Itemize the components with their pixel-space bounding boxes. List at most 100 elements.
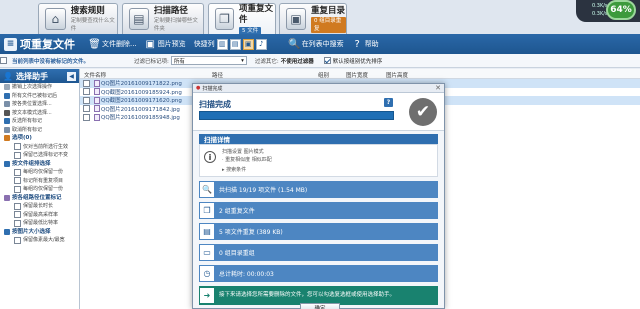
folder-count-badge: 0 组目录重复 [311, 16, 346, 33]
sidebar-list: 撤销上次选择操作 所有文件已被标记后 按各类位置选择... 按文本模式选择... 反选所… [0, 83, 79, 245]
result-row[interactable]: ▤ 5 项文件重复 (389 KB) [199, 223, 438, 240]
thumbnail-view-button[interactable]: ▣ [242, 38, 254, 50]
sidebar-item[interactable]: 标记所有重复项目 [0, 177, 79, 186]
option-checkbox[interactable] [14, 143, 21, 151]
sidebar-item[interactable]: 按文本模式选择... [0, 109, 79, 118]
collapse-icon[interactable]: ◀ [67, 71, 76, 81]
result-text: 5 项文件重复 (389 KB) [219, 229, 283, 236]
sidebar-item[interactable]: 所有文件已被标记后 [0, 92, 79, 101]
magnifier-icon: 🔍 [200, 182, 214, 197]
close-icon[interactable]: ✕ [435, 84, 441, 92]
sidebar-header: 👤 选择助手 ◀ [0, 69, 79, 83]
detail-view-button[interactable]: ▤ [229, 38, 241, 50]
dialog-titlebar: ● 扫描完成 ✕ [193, 84, 444, 93]
col-group[interactable]: 组别 [318, 71, 329, 79]
sidebar-item-icon [4, 160, 10, 167]
other-filter-value[interactable]: 不使用过滤器 [281, 57, 314, 65]
duplicate-folders-icon: ▣ [286, 8, 307, 30]
dialog-window-title: 扫描完成 [202, 85, 223, 92]
sidebar-item[interactable]: 仅对当前所选行生效 [0, 143, 79, 152]
sort-by-group-checkbox[interactable] [323, 57, 331, 64]
tab-title: 重复目录 [311, 5, 346, 16]
sidebar-item[interactable]: 取消所有标记 [0, 126, 79, 135]
scan-details: i 扫描设置 图片模式 · 重复相似度 相似匹配 ▸ 搜索条件 [199, 144, 438, 177]
option-checkbox[interactable] [14, 219, 21, 227]
sidebar-item[interactable]: 保留像素最大/最宽 [0, 236, 79, 245]
sidebar-item-label: 保留最高采样率 [23, 211, 59, 218]
help-label: 帮助 [364, 40, 379, 48]
tab-duplicate-folders[interactable]: ▣ 重复目录 0 组目录重复 [279, 3, 347, 34]
search-in-list-button[interactable]: 🔍 在列表中搜索 [288, 39, 344, 50]
result-row[interactable]: 🔍 共扫描 19/19 项文件 (1.54 MB) [199, 181, 438, 198]
option-checkbox[interactable] [14, 211, 21, 219]
sidebar-item[interactable]: 每组均仅保留一份 [0, 185, 79, 194]
result-row[interactable]: ❐ 2 组重复文件 [199, 202, 438, 219]
tab-search-rules[interactable]: ⌂ 搜索规则 定制要查找什么文件 [38, 3, 118, 34]
sidebar-item[interactable]: 按各类位置选择... [0, 100, 79, 109]
sidebar-item[interactable]: 反选所有标记 [0, 117, 79, 126]
sidebar-item[interactable]: 每组均仅保留一份 [0, 168, 79, 177]
image-preview-button[interactable]: ▣ 图片预览 [145, 39, 185, 50]
list-view-button[interactable]: ▥ [216, 38, 228, 50]
sidebar-item[interactable]: 保留最低比特率 [0, 219, 79, 228]
option-checkbox[interactable] [14, 168, 21, 176]
col-name[interactable]: 文件名称 [84, 71, 106, 79]
sidebar-item[interactable]: 保留最长时长 [0, 202, 79, 211]
image-file-icon [94, 113, 100, 121]
file-checkbox[interactable] [83, 79, 90, 87]
question-icon: ? [354, 38, 360, 50]
music-view-button[interactable]: ♪ [255, 38, 267, 50]
sidebar-item-label: 按图片大小选择 [12, 228, 51, 235]
marked-hint: 当前列表中没有被标记的文件。 [12, 58, 90, 65]
dialog-header: 扫描完成 ? ✔ [193, 93, 444, 131]
ok-button[interactable]: 确定 [300, 303, 340, 309]
selection-assistant-panel: 👤 选择助手 ◀ 撤销上次选择操作 所有文件已被标记后 按各类位置选择... 按文本模… [0, 69, 80, 309]
sort-label: 默认按组别优先排序 [332, 58, 383, 65]
option-checkbox[interactable] [14, 202, 21, 210]
arrow-icon: ➜ [200, 288, 214, 303]
result-text: 共扫描 19/19 项文件 (1.54 MB) [219, 187, 308, 194]
option-checkbox[interactable] [14, 177, 21, 185]
file-checkbox[interactable] [83, 88, 90, 96]
sidebar-item: 按图片大小选择 [0, 228, 79, 237]
result-row[interactable]: ▭ 0 组目录重组 [199, 244, 438, 261]
sidebar-item-icon [4, 118, 10, 125]
tab-duplicate-files[interactable]: ❐ 项重复文件 5 文件 [208, 3, 276, 35]
sidebar-item[interactable]: 撤销上次选择操作 [0, 83, 79, 92]
col-width[interactable]: 图片宽度 [346, 71, 368, 79]
delete-files-button[interactable]: 🗑 文件删除... [88, 38, 137, 50]
option-checkbox[interactable] [14, 151, 21, 159]
tab-scan-paths[interactable]: ▤ 扫描路径 定制要扫描哪些文件夹 [122, 3, 204, 34]
sidebar-item[interactable]: 保留最高采样率 [0, 211, 79, 220]
dialog-heading: 扫描完成 [199, 100, 231, 109]
file-checkbox[interactable] [83, 113, 90, 121]
app-icon: ≡ [4, 37, 17, 51]
search-home-icon: ⌂ [45, 8, 66, 30]
result-row[interactable]: ◷ 总计耗时: 00:00:03 [199, 265, 438, 282]
list-header: 文件名称 路径 组别 图片宽度 图片高度 [80, 69, 640, 79]
trash-icon: 🗑 [88, 38, 101, 50]
marked-filter-select[interactable]: 所有 ▾ [170, 56, 247, 65]
option-checkbox[interactable] [14, 185, 21, 193]
option-checkbox[interactable] [14, 236, 21, 244]
help-button[interactable]: ? 帮助 [352, 39, 379, 50]
sidebar-item-icon [4, 92, 10, 99]
file-checkbox[interactable] [83, 105, 90, 113]
sidebar-item-label: 所有文件已被标记后 [12, 92, 58, 99]
search-criteria-link[interactable]: ▸ 搜索条件 [222, 166, 246, 173]
folder-group-icon: ▭ [200, 245, 214, 260]
app-small-icon: ● [196, 85, 201, 91]
note-text: 接下来请选择您所需要删除的文件，您可以勾选复选框或使用选择助手。 [219, 292, 396, 298]
sidebar-item-label: 撤销上次选择操作 [12, 84, 53, 90]
file-name: QQ图片20161009171842.jpg [101, 106, 180, 113]
help-icon[interactable]: ? [384, 98, 393, 107]
sidebar-item[interactable]: 保留已选择标记不变 [0, 151, 79, 160]
sidebar-item-label: 保留已选择标记不变 [23, 152, 69, 158]
sidebar-title: 选择助手 [15, 71, 48, 81]
tab-title: 扫描路径 [153, 5, 188, 16]
folder-scan-icon: ▤ [129, 8, 149, 30]
col-height[interactable]: 图片高度 [386, 71, 408, 79]
file-checkbox[interactable] [83, 96, 90, 104]
col-path[interactable]: 路径 [212, 71, 223, 79]
clock-icon: ◷ [200, 266, 214, 281]
